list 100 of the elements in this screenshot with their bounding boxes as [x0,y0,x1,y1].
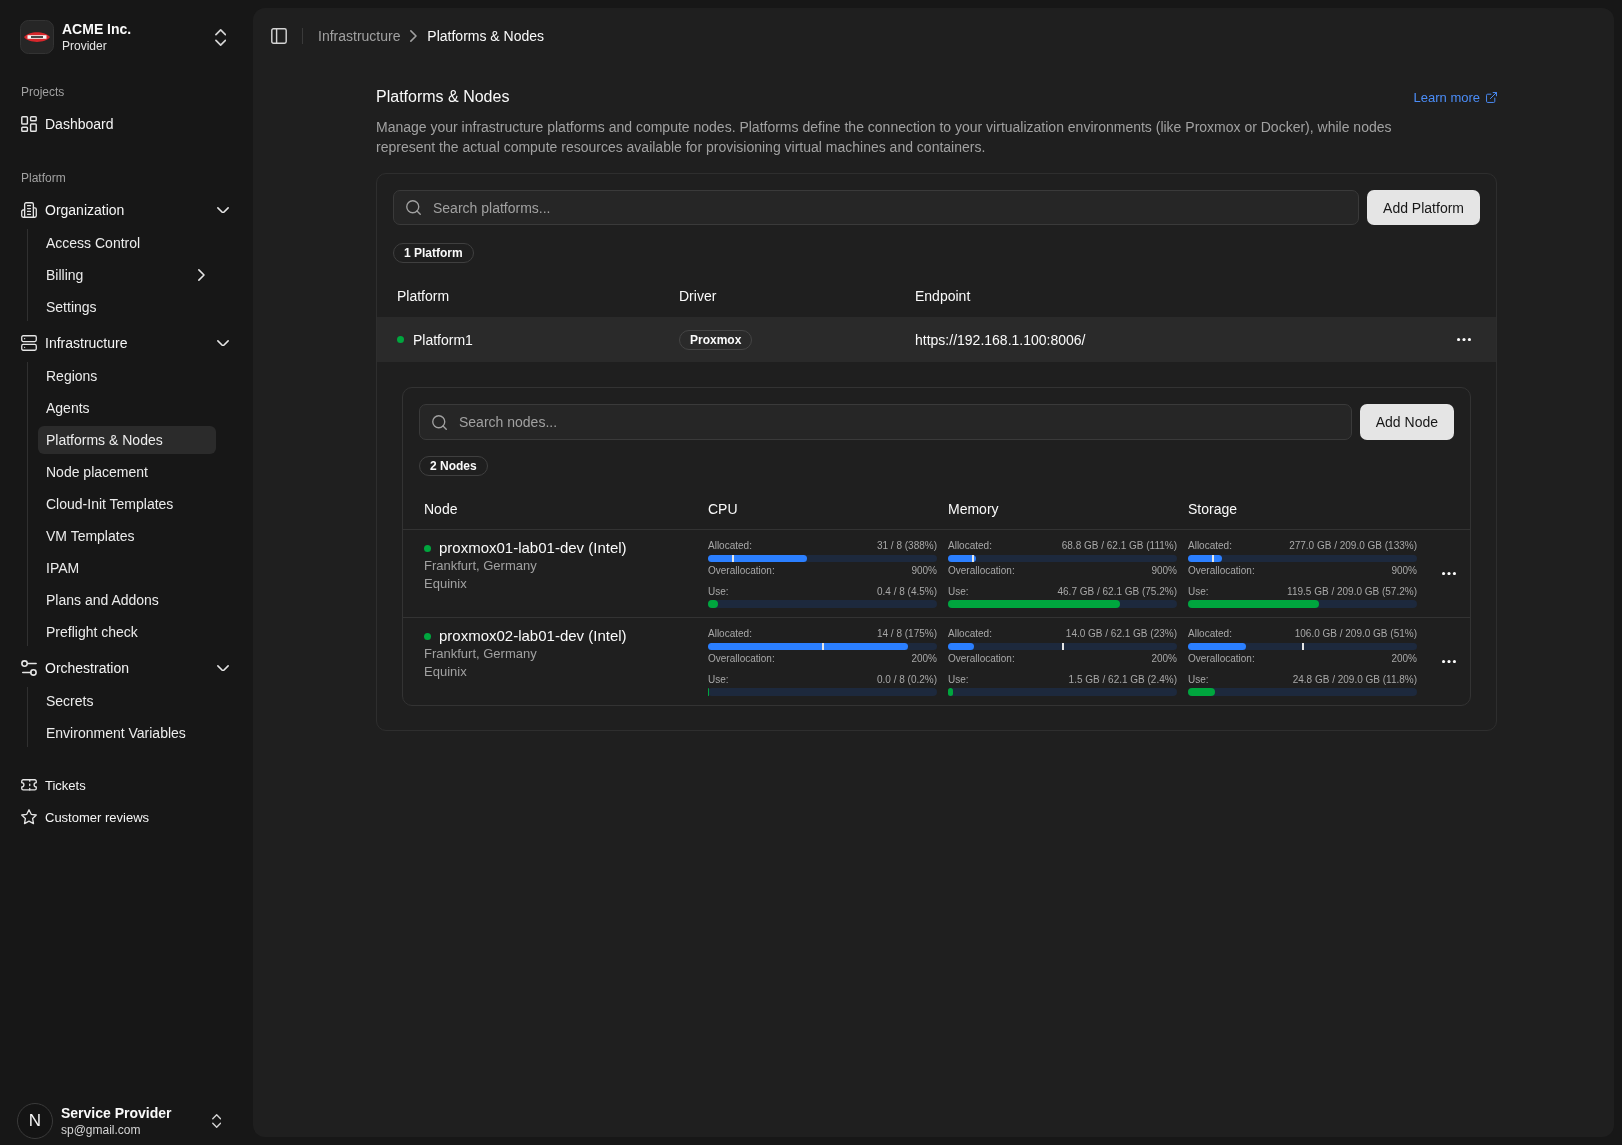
endpoint-url: https://192.168.1.100:8006/ [915,331,1086,348]
metric-label: Use: [708,585,729,599]
nav-item[interactable]: Organization [13,194,240,226]
column-header: Storage [1188,500,1239,517]
nav-subitem[interactable]: Settings [38,293,216,321]
platform-row[interactable]: Platform1 Proxmox https://192.168.1.100:8006/ [377,317,1496,361]
metric-label: Use: [1188,673,1209,687]
metric-label: Overallocation: [708,652,775,666]
node-name: proxmox02-lab01-dev (Intel) [439,627,627,645]
building-icon [21,202,37,218]
user-name: Service Provider [61,1104,172,1122]
column-header: Node [423,500,459,517]
nav-subitem[interactable]: Platforms & Nodes [38,426,216,454]
metric-value: 31 / 8 (388%) [876,539,937,553]
user-email: sp@gmail.com [61,1121,142,1138]
search-icon [406,200,421,215]
metric-label: Overallocation: [1188,652,1255,666]
nav-subitem[interactable]: Preflight check [38,618,216,646]
nav-subitem[interactable]: Regions [38,362,216,390]
metric-label: Allocated: [948,627,992,641]
metric-value: 277.0 GB / 209.0 GB (133%) [1289,539,1417,553]
metric-value: 14.0 GB / 62.1 GB (23%) [1065,627,1177,641]
nav-subitem[interactable]: Node placement [38,458,216,486]
metric-value: 14 / 8 (175%) [876,627,937,641]
node-location: Frankfurt, Germany [424,645,538,663]
nav-subitem[interactable]: IPAM [38,554,216,582]
panel-left-icon[interactable] [271,28,287,44]
metric-label: Overallocation: [708,564,775,578]
metric-label: Use: [1188,585,1209,599]
nav-subitem[interactable]: Environment Variables [38,719,216,747]
org-role: Provider [62,37,108,54]
metric-label: Allocated: [1188,539,1232,553]
add-platform-button[interactable]: Add Platform [1367,190,1480,225]
metric-label: Use: [948,585,969,599]
external-link-icon [1486,91,1497,103]
search-field[interactable]: Search nodes... [419,404,1352,440]
column-header: CPU [708,500,739,517]
avatar: N [17,1103,53,1139]
metric-value: 0.0 / 8 (0.2%) [876,673,937,687]
breadcrumb-current: Platforms & Nodes [427,28,545,44]
logo-icon [20,20,54,54]
add-node-button[interactable]: Add Node [1359,404,1454,440]
node-name: proxmox01-lab01-dev (Intel) [439,539,627,557]
metric-label: Allocated: [708,539,752,553]
chevrons-up-down-icon[interactable] [211,1114,221,1128]
node-provider: Equinix [424,663,468,681]
nav-item[interactable]: Tickets [13,771,240,799]
platform-name: Platform1 [413,331,473,348]
metric-value: 900% [1151,564,1177,578]
ellipsis-icon [1457,337,1471,342]
nav-item[interactable]: Customer reviews [13,803,240,831]
ellipsis-icon [1442,571,1456,576]
group-label: Platform [20,170,67,187]
org-name: ACME Inc. [62,20,132,38]
breadcrumb-link[interactable]: Infrastructure [318,28,401,44]
column-header: Platform [396,288,451,304]
metric-value: 119.5 GB / 209.0 GB (57.2%) [1287,585,1417,599]
metric-label: Allocated: [1188,627,1232,641]
chevron-right-icon [410,30,418,42]
metric-value: 200% [1391,652,1417,666]
column-header: Driver [679,288,718,304]
page-description: Manage your infrastructure platforms and compute nodes. Platforms define the connection to your virtualization environments (like Proxmox or Docker), while nodes represent the actual compute resources available for provisioning virtual machines and containers. [376,118,1393,157]
metric-value: 1.5 GB / 62.1 GB (2.4%) [1068,673,1177,687]
metric-value: 68.8 GB / 62.1 GB (111%) [1061,539,1177,553]
server-icon [21,335,37,351]
node-location: Frankfurt, Germany [424,557,538,575]
metric-label: Use: [948,673,969,687]
column-header: Endpoint [915,288,972,304]
metric-value: 900% [1391,564,1417,578]
nav-item[interactable]: Infrastructure [13,327,240,359]
nav-subitem[interactable]: Plans and Addons [38,586,216,614]
star-icon [21,809,37,825]
metric-value: 46.7 GB / 62.1 GB (75.2%) [1057,585,1177,599]
nav-subitem[interactable]: Access Control [38,229,216,257]
nav-subitem[interactable]: Secrets [38,687,216,715]
metric-value: 200% [911,652,937,666]
metric-value: 900% [911,564,937,578]
metric-value: 0.4 / 8 (4.5%) [876,585,937,599]
node-provider: Equinix [424,575,468,593]
grid-icon [21,116,37,132]
nav-subitem[interactable]: Billing [38,261,216,289]
metric-value: 200% [1151,652,1177,666]
group-label: Projects [20,84,66,101]
nav-item[interactable]: Dashboard [13,108,240,140]
search-icon [432,414,447,430]
metric-label: Overallocation: [948,652,1015,666]
nav-subitem[interactable]: Agents [38,394,216,422]
nav-item[interactable]: Orchestration [13,652,240,684]
metric-label: Allocated: [948,539,992,553]
metric-label: Use: [708,673,729,687]
nav-subitem[interactable]: VM Templates [38,522,216,550]
metric-label: Overallocation: [948,564,1015,578]
search-field[interactable]: Search platforms... [393,190,1360,225]
learn-more-link[interactable]: Learn more [1413,89,1497,105]
nav-subitem[interactable]: Cloud-Init Templates [38,490,216,518]
sliders-icon [21,660,37,676]
metric-label: Allocated: [708,627,752,641]
column-header: Memory [948,500,1000,517]
chevrons-up-down-icon[interactable] [214,28,226,46]
ticket-icon [21,779,37,791]
